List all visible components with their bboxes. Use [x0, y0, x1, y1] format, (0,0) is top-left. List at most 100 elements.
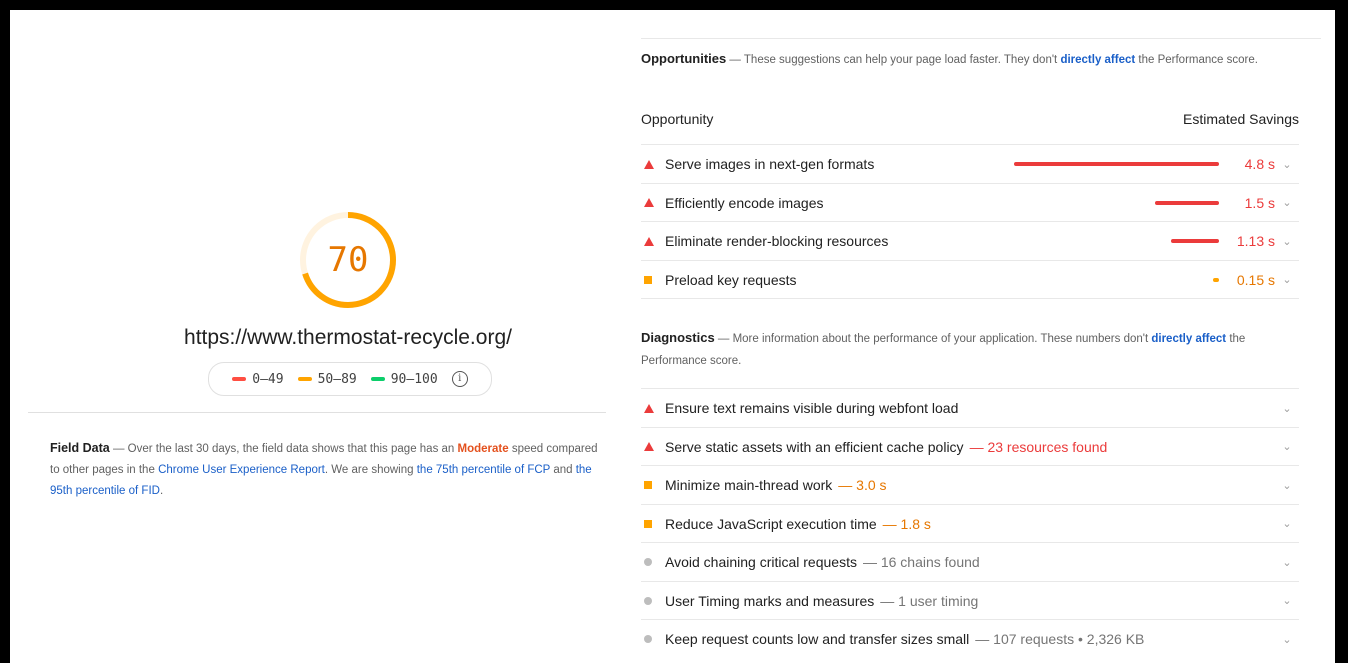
diagnostic-row[interactable]: User Timing marks and measures — 1 user t…	[641, 580, 1299, 620]
severity-marker	[641, 481, 665, 489]
chevron-down-icon[interactable]: ⌄	[1275, 479, 1299, 492]
diagnostic-detail: — 16 chains found	[862, 554, 980, 570]
chevron-down-icon[interactable]: ⌄	[1275, 633, 1299, 646]
lighthouse-report: 70 https://www.thermostat-recycle.org/ 0…	[10, 10, 1335, 663]
severity-marker	[641, 198, 665, 207]
score-panel: 70 https://www.thermostat-recycle.org/ 0…	[10, 10, 610, 663]
divider	[641, 38, 1321, 39]
severity-marker	[641, 403, 665, 413]
diagnostic-row[interactable]: Keep request counts low and transfer siz…	[641, 619, 1299, 658]
chevron-down-icon[interactable]: ⌄	[1275, 440, 1299, 453]
performance-score: 70	[327, 240, 369, 280]
opportunities-header: Opportunities — These suggestions can he…	[641, 48, 1281, 71]
field-data-rating: Moderate	[457, 443, 509, 455]
legend-average: 50–89	[297, 371, 357, 387]
estimated-savings: 1.13 s	[1236, 233, 1275, 249]
average-square-icon	[644, 519, 652, 528]
opportunity-row[interactable]: Preload key requests 0.15 s ⌄	[641, 259, 1299, 299]
severity-marker	[641, 275, 665, 284]
audits-panel: Opportunities — These suggestions can he…	[641, 10, 1321, 663]
chevron-down-icon[interactable]: ⌄	[1275, 556, 1299, 569]
estimated-savings: 1.5 s	[1244, 194, 1275, 211]
opportunities-description: the Performance score.	[1135, 54, 1258, 66]
diagnostic-title: User Timing marks and measures	[665, 592, 875, 609]
diagnostic-detail: — 1.8 s	[882, 515, 931, 532]
fail-triangle-icon	[644, 159, 654, 169]
diagnostic-title: Minimize main-thread work	[665, 477, 833, 493]
legend-pass: 90–100	[370, 371, 438, 387]
severity-marker	[641, 442, 665, 451]
savings-bar	[1213, 277, 1219, 282]
field-data-text: and	[550, 464, 576, 476]
opportunities-description: — These suggestions can help your page l…	[726, 54, 1061, 66]
legend-pass-swatch	[370, 377, 385, 381]
diagnostic-title: Avoid chaining critical requests	[665, 554, 857, 570]
opportunity-title: Preload key requests	[665, 271, 797, 288]
savings-bar	[1155, 200, 1219, 205]
opportunity-row[interactable]: Serve images in next-gen formats 4.8 s ⌄	[641, 144, 1299, 183]
fail-triangle-icon	[644, 442, 654, 451]
severity-marker	[641, 596, 665, 605]
field-data-text: — Over the last 30 days, the field data …	[109, 443, 458, 455]
diagnostic-title: Ensure text remains visible during webfo…	[665, 400, 959, 416]
field-data-summary: Field Data — Over the last 30 days, the …	[50, 438, 598, 502]
severity-marker	[641, 236, 665, 246]
diagnostics-title: Diagnostics	[641, 330, 715, 345]
savings-column-label: Estimated Savings	[1183, 111, 1299, 127]
directly-affect-link[interactable]: directly affect	[1060, 54, 1135, 66]
chevron-down-icon[interactable]: ⌄	[1275, 402, 1299, 415]
divider	[641, 298, 1299, 299]
diagnostic-row[interactable]: Serve static assets with an efficient ca…	[641, 426, 1299, 466]
opportunity-column-label: Opportunity	[641, 111, 714, 127]
field-data-text: .	[159, 485, 164, 497]
divider	[28, 412, 606, 413]
legend-fail-swatch	[232, 377, 247, 381]
chevron-down-icon[interactable]: ⌄	[1275, 235, 1299, 248]
diagnostic-detail: — 107 requests • 2,326 KB	[975, 631, 1145, 647]
severity-marker	[641, 519, 665, 528]
diagnostic-row[interactable]: Ensure text remains visible during webfo…	[641, 388, 1299, 427]
opportunity-row[interactable]: Efficiently encode images 1.5 s ⌄	[641, 182, 1299, 222]
page-url: https://www.thermostat-recycle.org/	[184, 326, 512, 349]
info-circle-icon	[644, 635, 652, 643]
chevron-down-icon[interactable]: ⌄	[1275, 517, 1299, 530]
chevron-down-icon[interactable]: ⌄	[1275, 273, 1299, 286]
chevron-down-icon[interactable]: ⌄	[1275, 594, 1299, 607]
opportunity-title: Efficiently encode images	[665, 194, 824, 211]
legend-average-label: 50–89	[317, 371, 357, 387]
savings-bar	[1171, 239, 1219, 243]
opportunity-title: Eliminate render-blocking resources	[665, 233, 889, 249]
chevron-down-icon[interactable]: ⌄	[1275, 158, 1299, 171]
fail-triangle-icon	[644, 403, 654, 413]
field-data-title: Field Data	[50, 441, 110, 455]
directly-affect-link[interactable]: directly affect	[1151, 333, 1226, 345]
severity-marker	[641, 635, 665, 643]
diagnostics-header: Diagnostics — More information about the…	[641, 327, 1281, 372]
performance-gauge: 70	[298, 210, 398, 310]
legend-fail: 0–49	[232, 371, 284, 387]
legend-fail-label: 0–49	[252, 371, 284, 387]
estimated-savings: 0.15 s	[1236, 271, 1275, 288]
chevron-down-icon[interactable]: ⌄	[1275, 196, 1299, 209]
diagnostic-detail: — 1 user timing	[880, 592, 979, 609]
estimated-savings: 4.8 s	[1244, 156, 1275, 172]
average-square-icon	[644, 481, 652, 489]
fail-triangle-icon	[644, 198, 654, 207]
diagnostic-row[interactable]: Avoid chaining critical requests — 16 cha…	[641, 542, 1299, 581]
diagnostic-detail: — 23 resources found	[969, 438, 1108, 455]
opportunity-row[interactable]: Eliminate render-blocking resources 1.13 …	[641, 221, 1299, 260]
diagnostic-title: Reduce JavaScript execution time	[665, 515, 877, 532]
diagnostic-row[interactable]: Reduce JavaScript execution time — 1.8 s ⌄	[641, 503, 1299, 543]
fcp-percentile-link[interactable]: the 75th percentile of FCP	[417, 464, 550, 476]
diagnostics-description: — More information about the performance…	[714, 333, 1152, 345]
severity-marker	[641, 558, 665, 566]
info-circle-icon	[644, 596, 652, 605]
diagnostic-title: Keep request counts low and transfer siz…	[665, 631, 970, 647]
severity-marker	[641, 159, 665, 169]
info-icon[interactable]: i	[451, 371, 468, 387]
crux-report-link[interactable]: Chrome User Experience Report	[158, 464, 325, 476]
legend-pass-label: 90–100	[390, 371, 438, 387]
diagnostic-row[interactable]: Minimize main-thread work — 3.0 s ⌄	[641, 465, 1299, 504]
fail-triangle-icon	[644, 236, 654, 246]
legend-average-swatch	[297, 377, 312, 381]
